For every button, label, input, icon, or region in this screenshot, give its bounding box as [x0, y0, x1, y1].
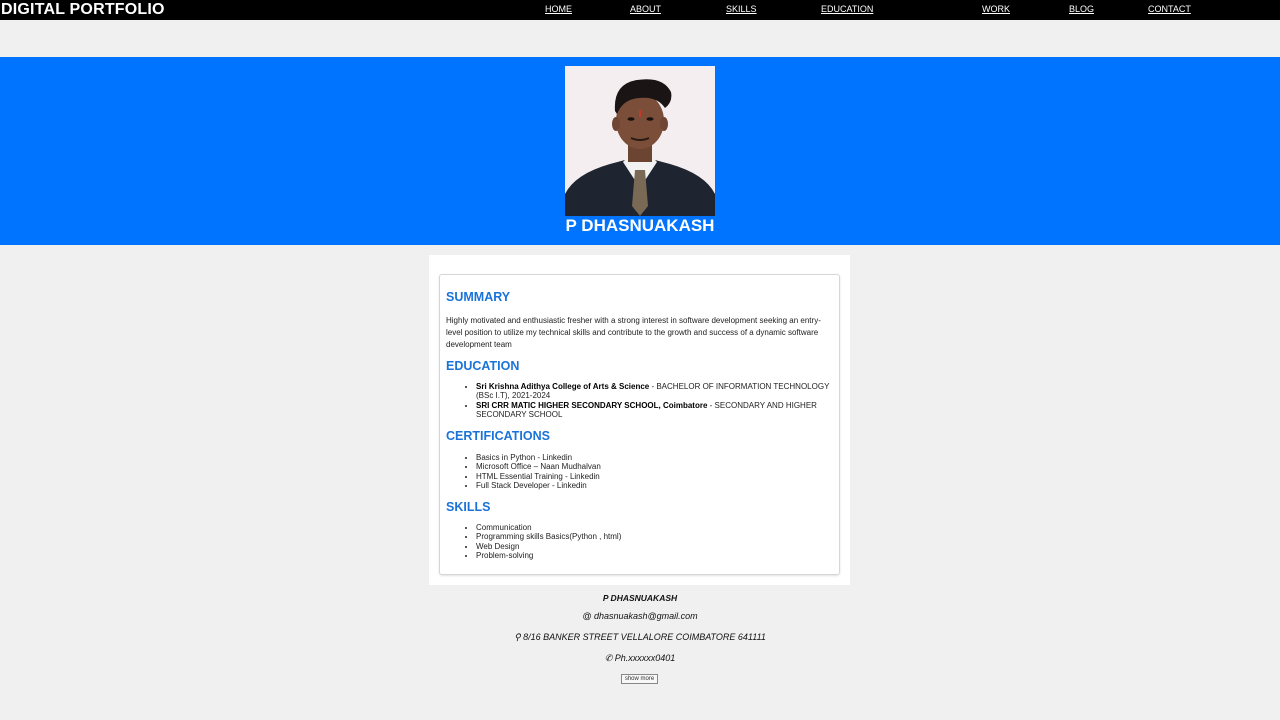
education-heading: EDUCATION	[446, 359, 520, 373]
summary-text: Highly motivated and enthusiastic freshe…	[446, 316, 821, 349]
top-nav-bar: DIGITAL PORTFOLIO HOME ABOUT SKILLS EDUC…	[0, 0, 1280, 20]
education-school: SRI CRR MATIC HIGHER SECONDARY SCHOOL, C…	[476, 400, 708, 410]
list-item: HTML Essential Training - Linkedin	[476, 472, 838, 481]
profile-photo	[565, 66, 715, 216]
nav-about-link[interactable]: ABOUT	[630, 0, 661, 19]
resume-card: SUMMARY Highly motivated and enthusiasti…	[429, 255, 850, 585]
list-item: Full Stack Developer - Linkedin	[476, 481, 838, 490]
certifications-list: Basics in Python - Linkedin Microsoft Of…	[476, 453, 838, 490]
certifications-heading: CERTIFICATIONS	[446, 429, 550, 443]
list-item: SRI CRR MATIC HIGHER SECONDARY SCHOOL, C…	[476, 401, 838, 420]
footer-address: ⚲ 8/16 BANKER STREET VELLALORE COIMBATOR…	[514, 632, 766, 642]
education-school: Sri Krishna Adithya College of Arts & Sc…	[476, 382, 650, 391]
site-brand[interactable]: DIGITAL PORTFOLIO	[1, 0, 165, 20]
skills-list: Communication Programming skills Basics(…	[476, 523, 838, 560]
list-item: Sri Krishna Adithya College of Arts & Sc…	[476, 382, 838, 401]
list-item: Web Design	[476, 542, 838, 551]
list-item: Microsoft Office – Naan Mudhalvan	[476, 462, 838, 471]
show-more-button[interactable]: show more	[621, 674, 658, 684]
list-item: Communication	[476, 523, 838, 532]
footer-name: P DHASNUAKASH	[602, 593, 678, 603]
footer-phone: ✆ Ph.xxxxxx0401	[604, 653, 676, 663]
hero-banner: P DHASNUAKASH	[0, 57, 1280, 245]
education-list: Sri Krishna Adithya College of Arts & Sc…	[476, 382, 838, 419]
nav-contact-link[interactable]: CONTACT	[1148, 0, 1191, 19]
footer-email: @ dhasnuakash@gmail.com	[582, 611, 698, 621]
resume-panel: SUMMARY Highly motivated and enthusiasti…	[439, 274, 840, 575]
list-item: Problem-solving	[476, 551, 838, 560]
summary-heading: SUMMARY	[446, 290, 511, 304]
list-item: Basics in Python - Linkedin	[476, 453, 838, 462]
profile-photo-image	[565, 66, 715, 216]
nav-skills-link[interactable]: SKILLS	[726, 0, 757, 19]
hero-name: P DHASNUAKASH	[565, 216, 715, 235]
nav-work-link[interactable]: WORK	[982, 0, 1010, 19]
nav-blog-link[interactable]: BLOG	[1069, 0, 1094, 19]
skills-heading: SKILLS	[446, 500, 491, 514]
nav-education-link[interactable]: EDUCATION	[821, 0, 873, 19]
list-item: Programming skills Basics(Python , html)	[476, 532, 838, 541]
nav-home-link[interactable]: HOME	[545, 0, 572, 19]
